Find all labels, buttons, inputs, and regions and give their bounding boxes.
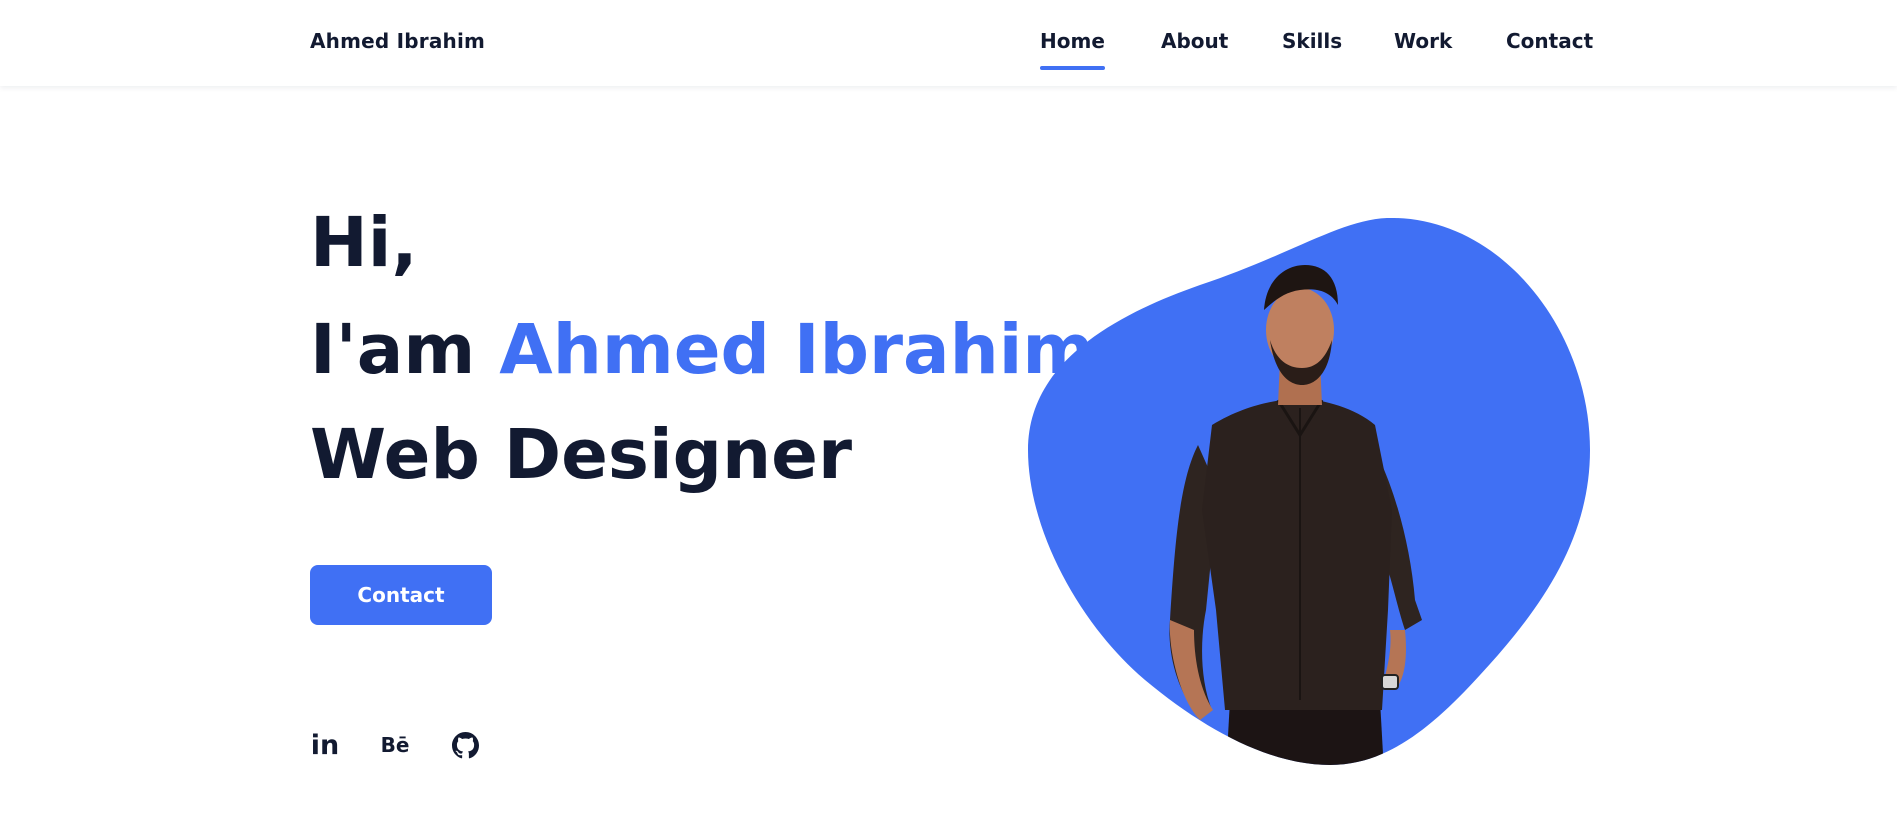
hero-name: Ahmed Ibrahim [499, 310, 1095, 390]
github-icon[interactable] [450, 725, 480, 765]
behance-icon[interactable]: Bē [380, 725, 410, 765]
main-nav: Home About Skills Work Contact [0, 29, 1897, 79]
hero-greeting: Hi, [310, 203, 418, 283]
site-header: Ahmed Ibrahim Home About Skills Work Con… [0, 0, 1897, 86]
linkedin-icon[interactable]: in [310, 725, 340, 765]
nav-link-contact[interactable]: Contact [1506, 29, 1593, 53]
hero-blob [1028, 217, 1590, 765]
hero-image [1020, 210, 1600, 780]
nav-link-skills[interactable]: Skills [1282, 29, 1342, 53]
contact-button[interactable]: Contact [310, 565, 492, 625]
nav-link-work[interactable]: Work [1394, 29, 1452, 53]
hero-intro: I'am Ahmed Ibrahim [310, 310, 1094, 390]
github-mark [451, 731, 479, 758]
nav-link-about[interactable]: About [1161, 29, 1228, 53]
hero-role: Web Designer [310, 415, 852, 495]
nav-link-home[interactable]: Home [1040, 29, 1105, 70]
hero-intro-prefix: I'am [310, 310, 476, 390]
